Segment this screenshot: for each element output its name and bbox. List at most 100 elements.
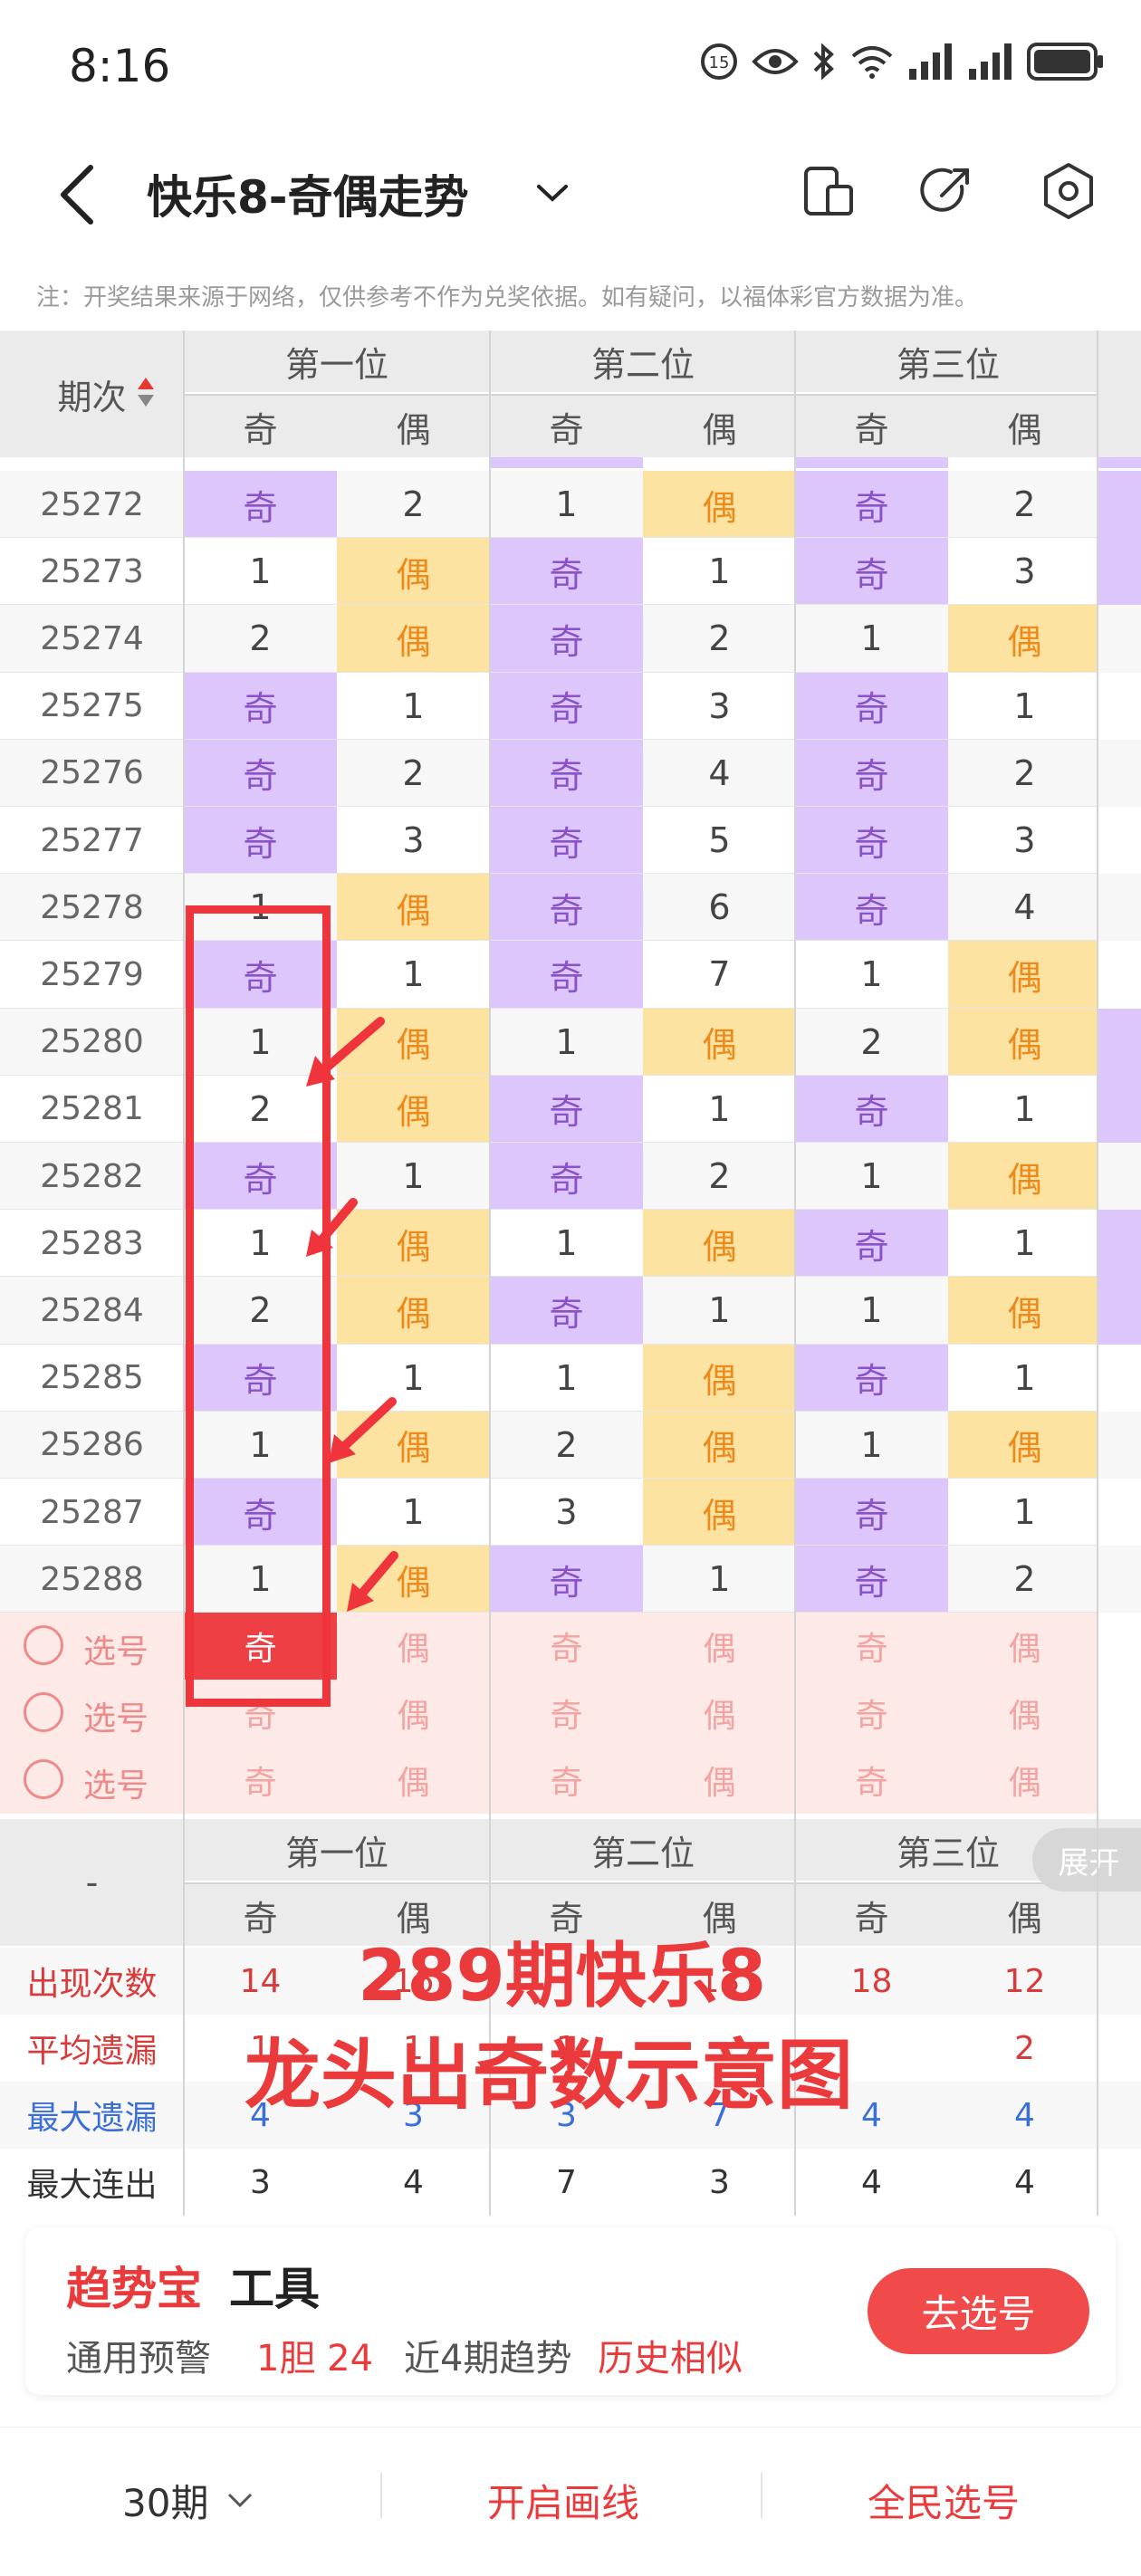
svg-text:15: 15 [709,53,730,72]
chevron-down-icon[interactable] [530,170,575,215]
period-cell: 25282 [0,1143,184,1211]
odd-hit-cell: 奇 [184,807,337,875]
odd-hit-cell: 奇 [795,1344,948,1412]
stat-label: 出现次数 [0,1948,184,2016]
select-cell[interactable]: 偶 [337,1747,490,1814]
period-cell: 25288 [0,1546,184,1614]
miss-count-cell: 2 [337,739,490,807]
even-hit-cell: 偶 [337,605,490,673]
select-cell[interactable]: 偶 [948,1613,1101,1680]
even-hit-cell: 偶 [643,1344,796,1412]
overlay-title-1: 289期快乐8 [358,1936,767,2017]
select-label[interactable]: 选号 [83,1625,149,1672]
odd-hit-cell: 奇 [795,672,948,740]
even-hit-cell: 偶 [337,1277,490,1345]
signal-icon [909,43,952,80]
trend-tool-label: 工具 [229,2263,320,2315]
expand-button[interactable]: 展开 [1032,1828,1141,1892]
device-icon[interactable] [797,159,860,223]
period-header[interactable]: 期次 [0,330,184,457]
select-cell[interactable]: 偶 [643,1613,796,1680]
partial-cell [795,457,948,468]
eye-icon [752,49,799,74]
odd-hit-cell: 奇 [490,941,643,1009]
overlay-title-2: 龙头出奇数示意图 [244,2031,854,2120]
extra-column-cell [1098,1344,1141,1412]
stats-dash: - [0,1819,184,1947]
arrow-icon [347,1551,398,1612]
chevron-down-icon[interactable] [222,2482,258,2518]
select-cell[interactable]: 奇 [490,1747,643,1814]
select-cell[interactable]: 偶 [337,1680,490,1747]
go-pick-button[interactable]: 去选号 [868,2268,1089,2354]
stat-label: 平均遗漏 [0,2015,184,2083]
select-cell[interactable]: 偶 [643,1747,796,1814]
miss-count-cell: 2 [643,605,796,673]
pick-numbers-button[interactable]: 全民选号 [868,2473,1020,2528]
select-cell[interactable]: 奇 [490,1613,643,1680]
miss-count-cell: 3 [337,807,490,875]
odd-header: 奇 [490,394,643,457]
extra-column-cell [1098,941,1141,1009]
miss-count-cell: 1 [795,605,948,673]
select-cell[interactable]: 奇 [795,1613,948,1680]
position-header: 第一位 [184,1819,490,1882]
odd-hit-cell: 奇 [490,538,643,606]
arrow-icon [306,1198,358,1257]
status-time: 8:16 [69,40,171,92]
even-hit-cell: 偶 [337,874,490,942]
select-label[interactable]: 选号 [83,1759,149,1806]
trend-item: 1胆 24 [256,2338,374,2380]
period-selector[interactable]: 30期 [122,2473,208,2528]
stat-value: 2 [948,2015,1101,2083]
stat-value: 3 [643,2149,796,2217]
select-cell[interactable]: 奇 [795,1747,948,1814]
wifi-icon [851,46,893,79]
select-cell[interactable]: 偶 [948,1680,1101,1747]
select-cell[interactable]: 奇 [795,1680,948,1747]
stat-value: 4 [337,2149,490,2217]
period-cell: 25280 [0,1008,184,1076]
extra-column-cell [1098,1210,1141,1278]
extra-column-cell [1098,1143,1141,1211]
miss-count-cell: 1 [948,1075,1101,1143]
odd-hit-cell: 奇 [184,739,337,807]
extra-column-cell [1098,605,1141,673]
miss-count-cell: 1 [490,471,643,539]
stat-value: 18 [795,1948,948,2016]
stat-value: 3 [184,2149,337,2217]
odd-hit-cell: 奇 [795,874,948,942]
draw-line-button[interactable]: 开启画线 [487,2473,639,2528]
miss-count-cell: 1 [948,1344,1101,1412]
even-hit-cell: 偶 [337,538,490,606]
miss-count-cell: 1 [643,1277,796,1345]
miss-count-cell: 1 [795,1277,948,1345]
odd-header: 奇 [184,394,337,457]
even-header: 偶 [948,394,1101,457]
odd-header: 奇 [184,1882,337,1947]
settings-icon[interactable] [1037,159,1100,223]
stat-value: 14 [184,1948,337,2016]
select-label[interactable]: 选号 [83,1692,149,1739]
miss-count-cell: 1 [490,1008,643,1076]
arrow-icon [329,1397,397,1463]
select-cell[interactable]: 奇 [490,1680,643,1747]
status-bar: 8:16 15 [0,0,1141,145]
select-cell[interactable]: 奇 [184,1747,337,1814]
miss-count-cell: 1 [643,1075,796,1143]
miss-count-cell: 3 [490,1479,643,1547]
disclaimer-note: 注：开奖结果来源于网络，仅供参考不作为兑奖依据。如有疑问，以福体彩官方数据为准。 [36,284,979,311]
select-cell[interactable]: 偶 [337,1613,490,1680]
page-title[interactable]: 快乐8-奇偶走势 [147,161,469,226]
back-icon[interactable] [45,158,109,231]
share-icon[interactable] [915,159,978,223]
select-cell[interactable]: 偶 [643,1680,796,1747]
sort-icon[interactable] [136,374,156,414]
miss-count-cell: 1 [948,672,1101,740]
period-cell: 25283 [0,1210,184,1278]
odd-hit-cell: 奇 [490,672,643,740]
position-header: 第二位 [490,330,796,392]
select-cell[interactable]: 偶 [948,1747,1101,1814]
extra-column-header [1098,330,1141,457]
status-icons: 15 [699,42,1105,81]
